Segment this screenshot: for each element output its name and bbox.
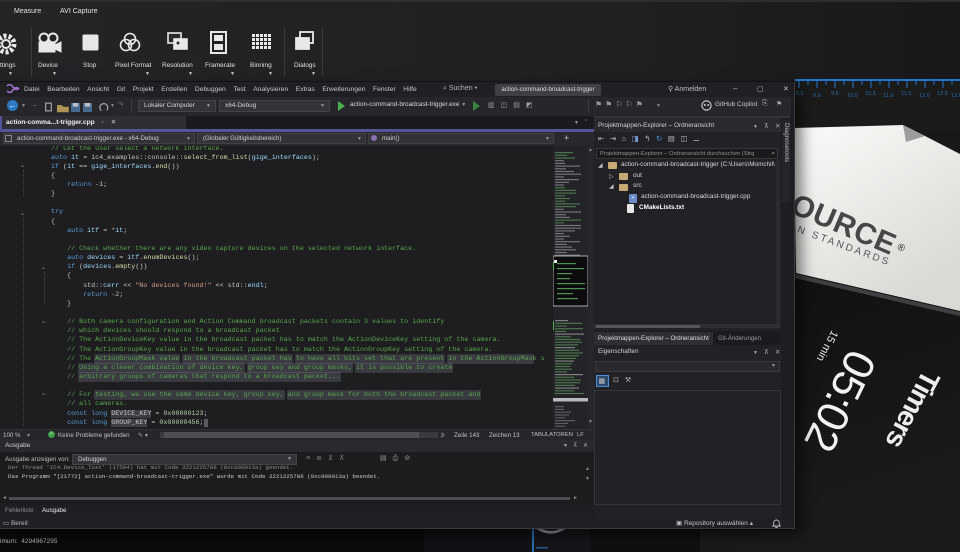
svg-text:13.0: 13.0 xyxy=(951,93,960,99)
svg-text:8.5: 8.5 xyxy=(796,91,804,97)
svg-text:12.0: 12.0 xyxy=(919,93,930,99)
svg-text:9.5: 9.5 xyxy=(831,91,839,97)
svg-text:10.0: 10.0 xyxy=(847,93,858,99)
svg-text:9.0: 9.0 xyxy=(813,93,821,99)
svg-text:10.5: 10.5 xyxy=(865,91,876,97)
svg-text:12.5: 12.5 xyxy=(937,91,948,97)
svg-text:11.0: 11.0 xyxy=(883,93,893,99)
svg-text:11.5: 11.5 xyxy=(901,91,911,97)
